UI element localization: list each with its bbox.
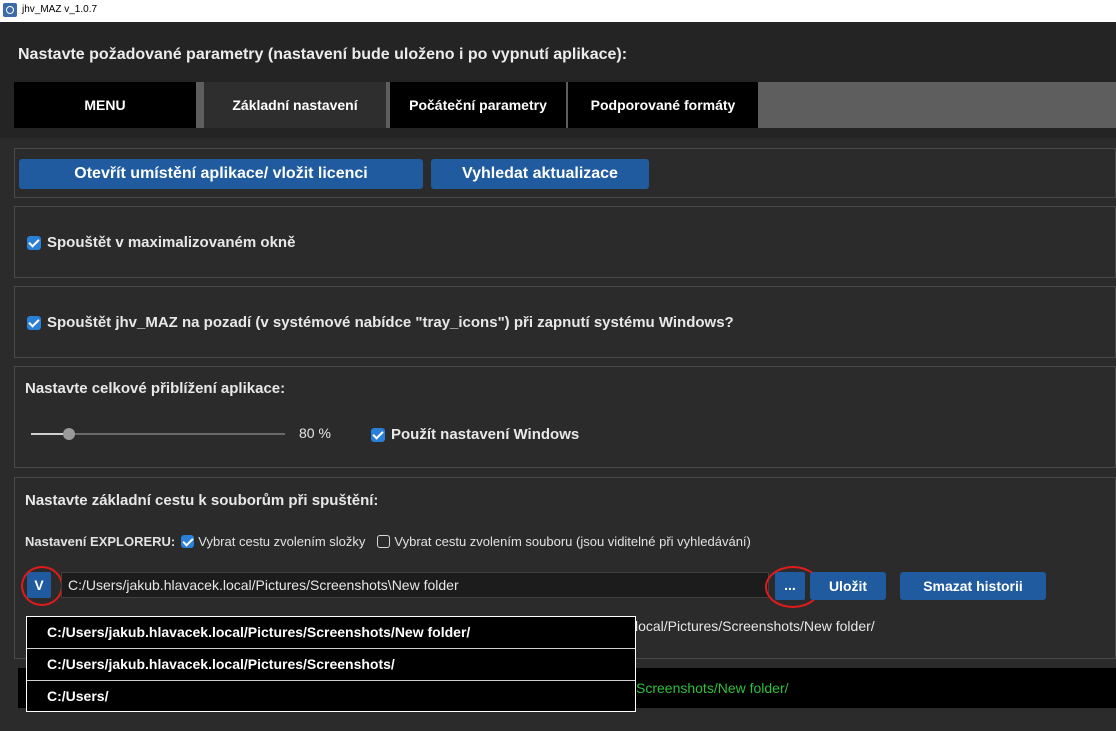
- zoom-panel: Nastavte celkové přiblížení aplikace: 80…: [14, 366, 1116, 468]
- clear-history-button[interactable]: Smazat historii: [900, 572, 1046, 600]
- tab-supported-formats[interactable]: Podporované formáty: [568, 82, 758, 128]
- actions-panel: Otevřít umístění aplikace/ vložit licenc…: [14, 148, 1116, 198]
- check-updates-button[interactable]: Vyhledat aktualizace: [431, 159, 649, 189]
- tab-menu[interactable]: MENU: [14, 82, 196, 128]
- tab-bar: MENU Základní nastavení Počáteční parame…: [14, 82, 1116, 128]
- use-windows-option[interactable]: Použít nastavení Windows: [371, 426, 579, 443]
- maximized-panel: Spouštět v maximalizovaném okně: [14, 206, 1116, 278]
- explorer-label: Nastavení EXPLORERU:: [25, 534, 176, 549]
- path-heading: Nastavte základní cestu k souborům při s…: [25, 492, 379, 509]
- window-title: jhv_MAZ v_1.0.7: [22, 4, 98, 15]
- select-file-label[interactable]: Vybrat cestu zvolením souboru (jsou vidi…: [394, 534, 750, 549]
- tray-panel: Spouštět jhv_MAZ na pozadí (v systémové …: [14, 286, 1116, 358]
- select-folder-label[interactable]: Vybrat cestu zvolením složky: [198, 534, 365, 549]
- path-input[interactable]: [61, 572, 769, 598]
- tray-label: Spouštět jhv_MAZ na pozadí (v systémové …: [47, 314, 734, 331]
- zoom-heading: Nastavte celkové přiblížení aplikace:: [25, 380, 286, 397]
- zoom-slider[interactable]: [31, 428, 285, 440]
- zoom-value: 80 %: [299, 425, 331, 441]
- title-bar: jhv_MAZ v_1.0.7: [0, 0, 1116, 22]
- maximized-checkbox[interactable]: [27, 235, 41, 250]
- zoom-slider-handle[interactable]: [63, 428, 76, 440]
- tray-option[interactable]: Spouštět jhv_MAZ na pozadí (v systémové …: [27, 314, 734, 331]
- tab-basic-settings[interactable]: Základní nastavení: [204, 82, 386, 128]
- history-dropdown-button[interactable]: V: [27, 572, 51, 598]
- open-location-button[interactable]: Otevřít umístění aplikace/ vložit licenc…: [19, 159, 423, 189]
- tray-checkbox[interactable]: [27, 315, 41, 330]
- tab-initial-parameters[interactable]: Počáteční parametry: [390, 82, 566, 128]
- app-icon: [3, 3, 17, 17]
- maximized-label: Spouštět v maximalizovaném okně: [47, 234, 296, 251]
- save-path-button[interactable]: Uložit: [810, 572, 886, 600]
- explorer-settings: Nastavení EXPLORERU: Vybrat cestu zvolen…: [25, 534, 751, 549]
- page-heading: Nastavte požadované parametry (nastavení…: [18, 46, 628, 63]
- history-dropdown-list: C:/Users/jakub.hlavacek.local/Pictures/S…: [26, 616, 636, 712]
- history-item[interactable]: C:/Users/: [27, 681, 635, 712]
- history-item[interactable]: C:/Users/jakub.hlavacek.local/Pictures/S…: [27, 617, 635, 649]
- select-folder-checkbox[interactable]: [181, 535, 195, 548]
- use-windows-label: Použít nastavení Windows: [391, 426, 580, 443]
- browse-button[interactable]: ...: [775, 572, 805, 600]
- maximized-option[interactable]: Spouštět v maximalizovaném okně: [27, 234, 295, 251]
- use-windows-checkbox[interactable]: [371, 427, 385, 442]
- current-path-text: local/Pictures/Screenshots/New folder/: [635, 618, 875, 634]
- status-path-text: Screenshots/New folder/: [636, 680, 789, 696]
- history-item[interactable]: C:/Users/jakub.hlavacek.local/Pictures/S…: [27, 649, 635, 681]
- select-file-checkbox[interactable]: [377, 535, 391, 548]
